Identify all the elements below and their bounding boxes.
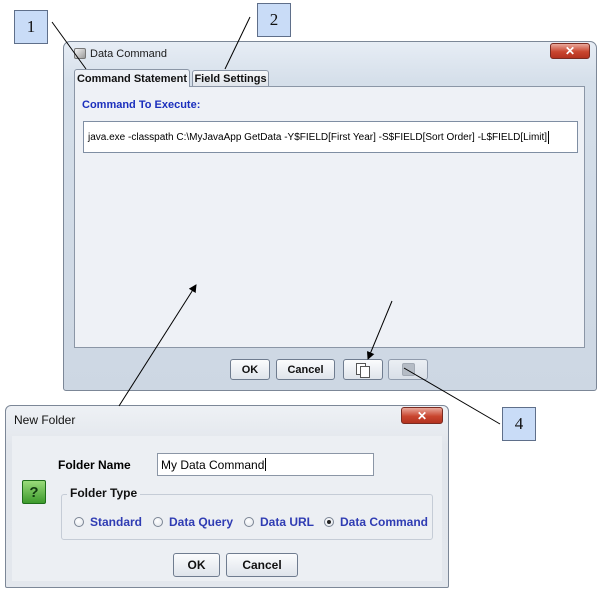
folder-name-value: My Data Command [161,457,265,472]
callout-2: 2 [257,3,291,37]
tab-command-statement-label: Command Statement [76,72,188,85]
radio-data-command-dot [324,517,334,527]
radio-data-query[interactable]: Data Query [153,515,233,529]
tab-field-settings-label: Field Settings [194,72,267,85]
app-icon [74,48,86,59]
callout-4: 4 [502,407,536,441]
radio-data-query-dot [153,517,163,527]
help-icon-glyph: ? [29,483,39,501]
new-folder-ok-button[interactable]: OK [173,553,220,577]
close-icon: ✕ [416,408,428,423]
command-input[interactable]: java.exe -classpath C:\MyJavaApp GetData… [83,121,578,153]
radio-standard-dot [74,517,84,527]
paste-button[interactable] [388,359,428,380]
folder-name-input[interactable]: My Data Command [157,453,374,476]
command-input-value: java.exe -classpath C:\MyJavaApp GetData… [88,131,548,143]
radio-standard-label: Standard [90,515,143,529]
cancel-button-label: Cancel [287,363,324,376]
new-folder-window: New Folder ✕ ? Folder Name My Data Comma… [5,405,449,588]
tab-field-settings[interactable]: Field Settings [192,70,269,86]
radio-data-command[interactable]: Data Command [324,515,428,529]
text-caret [265,458,267,471]
data-command-title: Data Command [90,48,168,60]
radio-standard[interactable]: Standard [74,515,142,529]
callout-1-text: 1 [26,17,36,36]
new-folder-cancel-button[interactable]: Cancel [226,553,298,577]
data-command-window: Data Command ✕ Command Statement Field S… [63,41,597,391]
callout-2-text: 2 [269,10,279,29]
callout-1: 1 [14,10,48,44]
close-button[interactable]: ✕ [550,43,590,59]
folder-name-label: Folder Name [58,458,131,472]
tab-command-statement[interactable]: Command Statement [74,69,190,87]
copy-icon [356,363,370,378]
new-folder-title: New Folder [14,413,76,427]
close-icon: ✕ [564,44,576,58]
folder-type-group: Folder Type Standard Data Query Data URL… [61,486,433,540]
copy-button[interactable] [343,359,383,380]
radio-data-url[interactable]: Data URL [244,515,314,529]
paste-icon [401,363,415,376]
data-command-titlebar: Data Command ✕ [64,42,596,64]
new-folder-body: ? Folder Name My Data Command Folder Typ… [12,436,442,581]
ok-button-label: OK [241,363,259,376]
text-caret [548,130,550,144]
folder-type-label: Folder Type [67,486,141,500]
radio-data-url-dot [244,517,254,527]
new-folder-close-button[interactable]: ✕ [401,407,443,424]
command-to-execute-label: Command To Execute: [82,99,201,111]
cancel-button[interactable]: Cancel [276,359,335,380]
radio-data-command-label: Data Command [340,515,429,529]
command-statement-panel: Command To Execute: java.exe -classpath … [74,86,585,348]
radio-data-url-label: Data URL [260,515,315,529]
radio-data-query-label: Data Query [169,515,234,529]
new-folder-ok-label: OK [187,558,206,572]
ok-button[interactable]: OK [230,359,270,380]
callout-4-text: 4 [514,414,524,433]
new-folder-cancel-label: Cancel [242,558,282,572]
help-icon[interactable]: ? [22,480,46,504]
